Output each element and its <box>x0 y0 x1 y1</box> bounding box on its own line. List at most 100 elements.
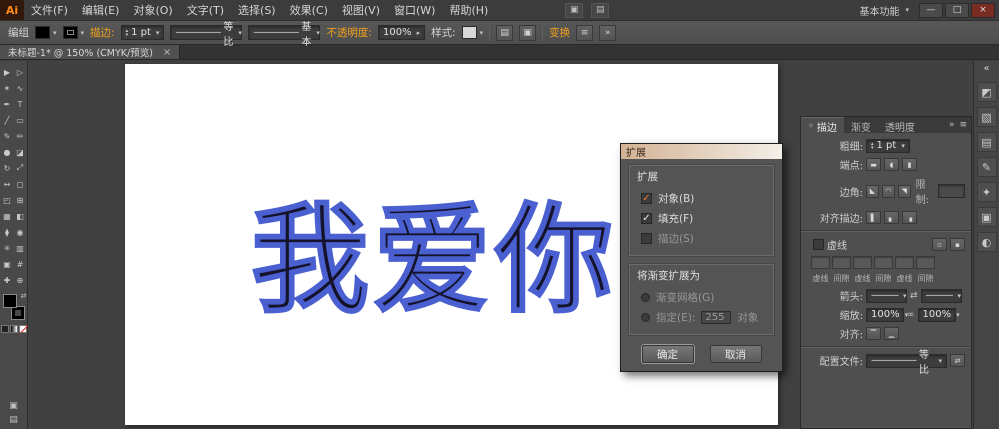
specify-objects-field[interactable]: 255 <box>701 311 731 324</box>
arrow-align-end-icon[interactable]: ▁ <box>884 327 899 340</box>
arrowhead-end-dropdown[interactable]: ——— ▾ <box>921 289 962 303</box>
tab-stroke[interactable]: ◦ 描边 <box>801 117 844 133</box>
layers-panel-icon[interactable]: ▣ <box>977 207 997 227</box>
ok-button[interactable]: 确定 <box>642 345 694 363</box>
pencil-tool[interactable]: ✏ <box>14 128 27 144</box>
brush-definition-dropdown[interactable]: ————— 基本 ▾ <box>248 25 320 40</box>
gap-field[interactable] <box>832 256 851 269</box>
graph-tool[interactable]: ▥ <box>14 240 27 256</box>
stroke-weight-combo[interactable]: ▴▾ 1 pt ▾ <box>121 25 165 40</box>
zoom-tool[interactable]: ⊕ <box>14 272 27 288</box>
eyedropper-tool[interactable]: ⧫ <box>1 224 14 240</box>
checkbox-stroke[interactable]: 描边(S) <box>637 228 766 248</box>
align-stroke-center-icon[interactable]: ▌ <box>866 211 881 224</box>
menu-edit[interactable]: 编辑(E) <box>75 0 127 20</box>
brushes-panel-icon[interactable]: ✎ <box>977 157 997 177</box>
lasso-tool[interactable]: ∿ <box>14 80 27 96</box>
align-stroke-outside-icon[interactable]: ▗ <box>902 211 917 224</box>
menu-object[interactable]: 对象(O) <box>126 0 179 20</box>
flip-along-icon[interactable]: ⇄ <box>950 354 965 367</box>
isolate-icon[interactable]: » <box>599 25 616 41</box>
dash-field[interactable] <box>811 256 830 269</box>
dashed-line-checkbox[interactable] <box>813 239 824 250</box>
menu-window[interactable]: 窗口(W) <box>387 0 442 20</box>
stroke-panel-link[interactable]: 描边: <box>90 25 115 40</box>
panel-menu-icon[interactable]: ≡ <box>959 120 967 130</box>
mesh-tool[interactable]: ▦ <box>1 208 14 224</box>
arrow-scale-start-field[interactable]: 100% ▾ <box>866 308 904 322</box>
workspace-switcher[interactable]: 基本功能 ▾ <box>849 0 919 20</box>
arrow-scale-end-field[interactable]: 100% ▾ <box>918 308 956 322</box>
color-panel-icon[interactable]: ◩ <box>977 82 997 102</box>
recolor-artwork-icon[interactable]: ▤ <box>496 25 513 41</box>
radio-specify[interactable]: 指定(E): 255 对象 <box>637 307 766 327</box>
stroke-swatch[interactable] <box>63 26 78 39</box>
radio-gradient-mesh[interactable]: 渐变网格(G) <box>637 287 766 307</box>
color-guide-panel-icon[interactable]: ▧ <box>977 107 997 127</box>
screen-mode-icon[interactable]: ▤ <box>9 415 18 425</box>
width-profile-dropdown[interactable]: ————— 等比 ▾ <box>170 25 242 40</box>
menu-select[interactable]: 选择(S) <box>231 0 283 20</box>
artwork-text[interactable]: 我爱你 <box>251 196 617 326</box>
stepper-arrows-icon[interactable]: ▴▾ <box>126 29 129 37</box>
minimize-button[interactable]: — <box>919 3 943 18</box>
collapse-dock-icon[interactable]: « <box>983 63 989 77</box>
eraser-tool[interactable]: ◪ <box>14 144 27 160</box>
symbol-sprayer-tool[interactable]: ✳ <box>1 240 14 256</box>
width-profile-dropdown[interactable]: ————— 等比 ▾ <box>866 354 947 368</box>
none-mode-icon[interactable] <box>19 325 27 333</box>
fill-swatch[interactable] <box>35 26 50 39</box>
butt-cap-icon[interactable]: ▬ <box>866 158 881 171</box>
projecting-cap-icon[interactable]: ▮ <box>902 158 917 171</box>
fill-box[interactable] <box>3 294 17 308</box>
transform-panel-link[interactable]: 变换 <box>549 25 570 40</box>
tab-transparency[interactable]: 透明度 <box>878 117 922 133</box>
rotate-tool[interactable]: ↻ <box>1 160 14 176</box>
menu-view[interactable]: 视图(V) <box>335 0 387 20</box>
fill-color-picker[interactable]: ▾ <box>35 26 57 39</box>
gradient-mode-icon[interactable] <box>10 325 18 333</box>
document-tab[interactable]: 未标题-1* @ 150% (CMYK/预览) × <box>0 45 180 59</box>
blob-brush-tool[interactable]: ● <box>1 144 14 160</box>
swatches-panel-icon[interactable]: ▤ <box>977 132 997 152</box>
cancel-button[interactable]: 取消 <box>710 345 762 363</box>
menu-help[interactable]: 帮助(H) <box>442 0 495 20</box>
perspective-grid-tool[interactable]: ⊞ <box>14 192 27 208</box>
arrow-align-tip-icon[interactable]: ▔ <box>866 327 881 340</box>
document-setup-icon[interactable]: ▣ <box>519 25 536 41</box>
miter-join-icon[interactable]: ◣ <box>866 185 879 198</box>
tab-close-icon[interactable]: × <box>163 47 171 58</box>
stroke-box[interactable] <box>11 306 25 320</box>
tab-gradient[interactable]: 渐变 <box>844 117 878 133</box>
graphic-style-picker[interactable]: ▾ <box>462 26 484 39</box>
swap-arrowheads-icon[interactable]: ⇄ <box>910 291 918 301</box>
link-scale-icon[interactable]: ∞ <box>907 310 915 320</box>
weight-combo[interactable]: ▴▾ 1 pt ▾ <box>866 139 910 153</box>
hand-tool[interactable]: ✚ <box>1 272 14 288</box>
magic-wand-tool[interactable]: ✶ <box>1 80 14 96</box>
fill-stroke-control[interactable]: ⇄ <box>3 294 25 320</box>
miter-limit-field[interactable] <box>938 184 965 198</box>
gap-field[interactable] <box>916 256 935 269</box>
selection-tool[interactable]: ▶ <box>1 64 14 80</box>
checkbox-fill[interactable]: ✓ 填充(F) <box>637 208 766 228</box>
restore-button[interactable]: □ <box>945 3 969 18</box>
line-segment-tool[interactable]: ╱ <box>1 112 14 128</box>
symbols-panel-icon[interactable]: ✦ <box>977 182 997 202</box>
opacity-combo[interactable]: 100% ▸ <box>378 25 425 40</box>
expand-panel-icon[interactable]: » <box>949 120 955 130</box>
stepper-arrows-icon[interactable]: ▴▾ <box>871 142 874 150</box>
swap-fill-stroke-icon[interactable]: ⇄ <box>21 292 27 300</box>
dash-field[interactable] <box>895 256 914 269</box>
bevel-join-icon[interactable]: ◥ <box>898 185 911 198</box>
rectangle-tool[interactable]: ▭ <box>14 112 27 128</box>
shape-builder-tool[interactable]: ◰ <box>1 192 14 208</box>
style-swatch[interactable] <box>462 26 477 39</box>
round-join-icon[interactable]: ◠ <box>882 185 895 198</box>
dash-field[interactable] <box>853 256 872 269</box>
direct-selection-tool[interactable]: ▷ <box>14 64 27 80</box>
width-tool[interactable]: ↔ <box>1 176 14 192</box>
free-transform-tool[interactable]: ◻ <box>14 176 27 192</box>
round-cap-icon[interactable]: ◖ <box>884 158 899 171</box>
menu-file[interactable]: 文件(F) <box>24 0 75 20</box>
